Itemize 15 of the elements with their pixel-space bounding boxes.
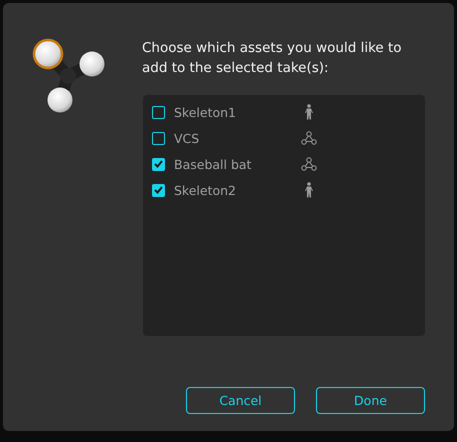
node-triangle-icon <box>301 157 317 171</box>
checkbox[interactable] <box>152 106 165 118</box>
figure-icon <box>304 182 314 198</box>
checkbox[interactable] <box>152 184 165 196</box>
asset-name: Skeleton1 <box>174 104 238 120</box>
asset-name: Baseball bat <box>174 156 252 172</box>
figure-icon <box>304 104 314 120</box>
checkbox[interactable] <box>152 158 165 170</box>
prompt-text: Choose which assets you would like to add to the selected take(s): <box>142 39 403 78</box>
asset-name: Skeleton2 <box>174 182 238 198</box>
done-button[interactable]: Done <box>316 387 425 414</box>
asset-name: VCS <box>174 130 200 146</box>
checkbox[interactable] <box>152 132 165 144</box>
node-triangle-icon <box>301 131 317 145</box>
cancel-button[interactable]: Cancel <box>186 387 295 414</box>
